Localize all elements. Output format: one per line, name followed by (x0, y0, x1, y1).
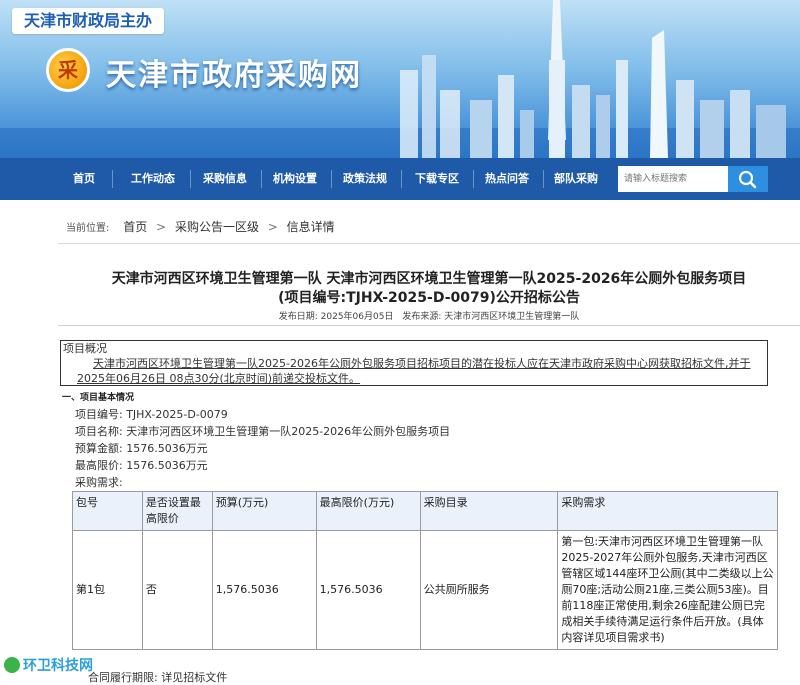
table-header-row: 包号 是否设置最高限价 预算(万元) 最高限价(万元) 采购目录 采购需求 (72, 491, 778, 531)
nav-item-policies[interactable]: 政策法规 (332, 158, 398, 200)
contract-period-line: 合同履行期限: 详见招标文件 (88, 671, 228, 684)
nav-item-downloads[interactable]: 下载专区 (404, 158, 470, 200)
search-input[interactable] (618, 166, 728, 192)
table-header-cell: 是否设置最高限价 (141, 491, 213, 531)
table-header-cell: 最高限价(万元) (315, 491, 421, 531)
table-header-cell: 包号 (72, 491, 143, 531)
breadcrumb: 当前位置: 首页 > 采购公告一区级 > 信息详情 (66, 218, 335, 235)
table-cell-package: 第1包 (72, 530, 143, 650)
nav-separator (190, 170, 191, 188)
publish-source: 发布来源: 天津市河西区环境卫生管理第一队 (402, 312, 580, 322)
search-button[interactable] (728, 166, 768, 192)
watermark: 环卫科技网 (0, 655, 104, 677)
breadcrumb-separator: > (267, 220, 278, 234)
nav-item-faq[interactable]: 热点问答 (474, 158, 540, 200)
project-number: 项目编号: TJHX-2025-D-0079 (75, 408, 228, 421)
breadcrumb-home[interactable]: 首页 (123, 220, 147, 234)
site-banner: 天津市财政局主办 采 天津市政府采购网 (0, 0, 800, 158)
nav-item-work-news[interactable]: 工作动态 (118, 158, 188, 200)
notice-title-line1: 天津市河西区环境卫生管理第一队 天津市河西区环境卫生管理第一队2025-2026… (111, 271, 747, 287)
table-header-cell: 采购需求 (557, 491, 778, 531)
breadcrumb-category[interactable]: 采购公告一区级 (175, 220, 259, 234)
budget-amount: 预算金额: 1576.5036万元 (75, 442, 208, 455)
nav-item-procurement-info[interactable]: 采购信息 (192, 158, 258, 200)
breadcrumb-label: 当前位置: (66, 223, 110, 234)
watermark-text: 环卫科技网 (23, 658, 93, 674)
overview-text: 天津市河西区环境卫生管理第一队2025-2026年公厕外包服务项目招标项目的潜在… (77, 357, 751, 385)
breadcrumb-divider (58, 243, 800, 244)
table-row: 第1包 否 1,576.5036 1,576.5036 公共厕所服务 第一包:天… (72, 530, 778, 650)
table-cell-max-price: 1,576.5036 (315, 530, 421, 650)
breadcrumb-current: 信息详情 (286, 220, 335, 234)
logo-glyph: 采 (58, 58, 78, 82)
table-cell-budget: 1,576.5036 (211, 530, 317, 650)
nav-separator (401, 170, 402, 188)
project-name: 项目名称: 天津市河西区环境卫生管理第一队2025-2026年公厕外包服务项目 (75, 425, 451, 438)
table-cell-catalog: 公共厕所服务 (419, 530, 559, 650)
table-header-cell: 预算(万元) (211, 491, 317, 531)
nav-item-organization[interactable]: 机构设置 (262, 158, 328, 200)
table-cell-max-price-set: 否 (141, 530, 213, 650)
overview-box: 项目概况 天津市河西区环境卫生管理第一队2025-2026年公厕外包服务项目招标… (60, 340, 768, 386)
sponsor-label: 天津市财政局主办 (12, 8, 165, 34)
table-header-cell: 采购目录 (419, 491, 559, 531)
max-price: 最高限价: 1576.5036万元 (75, 459, 208, 472)
overview-heading: 项目概况 (63, 342, 107, 355)
notice-title-line2: (项目编号:TJHX-2025-D-0079)公开招标公告 (278, 290, 580, 306)
breadcrumb-separator: > (156, 220, 167, 234)
nav-item-home[interactable]: 首页 (58, 158, 110, 200)
notice-title: 天津市河西区环境卫生管理第一队 天津市河西区环境卫生管理第一队2025-2026… (58, 270, 800, 308)
requirement-table: 包号 是否设置最高限价 预算(万元) 最高限价(万元) 采购目录 采购需求 第1… (72, 491, 778, 650)
requirement-label: 采购需求: (75, 476, 123, 489)
title-divider (58, 325, 800, 326)
table-cell-requirement: 第一包:天津市河西区环境卫生管理第一队2025-2027年公厕外包服务,天津市河… (557, 530, 778, 650)
section-basic-info-title: 一、项目基本情况 (62, 393, 135, 403)
site-logo-icon[interactable]: 采 (46, 48, 90, 92)
publish-date: 发布日期: 2025年06月05日 (278, 312, 394, 322)
nav-item-military-procurement[interactable]: 部队采购 (544, 158, 608, 200)
notice-meta: 发布日期: 2025年06月05日 发布来源: 天津市河西区环境卫生管理第一队 (58, 309, 800, 322)
nav-separator (112, 170, 113, 188)
site-name[interactable]: 天津市政府采购网 (106, 50, 362, 94)
search-icon (738, 170, 757, 189)
watermark-logo-icon (4, 657, 20, 673)
